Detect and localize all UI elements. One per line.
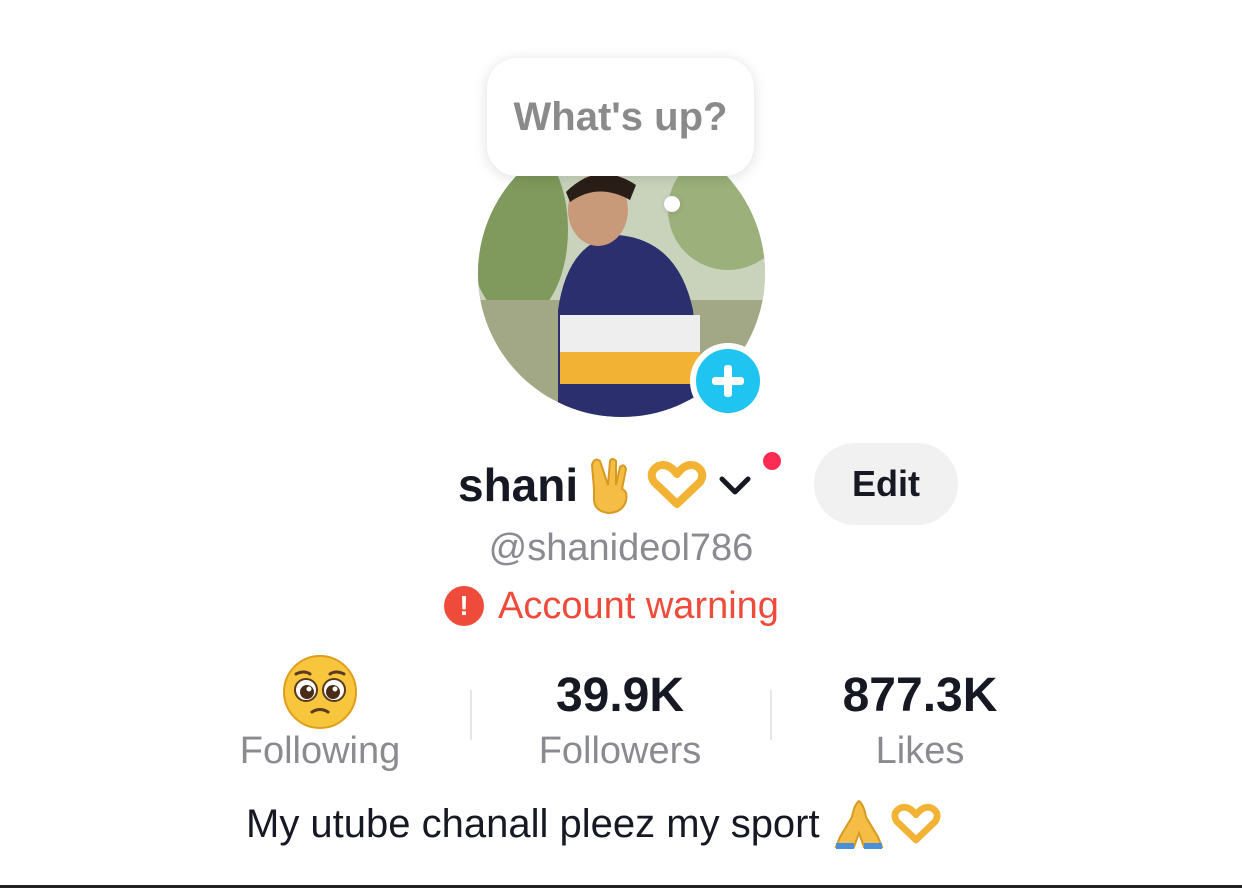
stat-followers-label: Followers bbox=[538, 730, 702, 772]
chevron-down-icon[interactable] bbox=[718, 473, 752, 497]
bio-text: My utube chanall pleez my sport bbox=[246, 801, 820, 846]
stat-divider bbox=[470, 690, 472, 740]
profile-bio: My utube chanall pleez my sport bbox=[246, 796, 942, 852]
stat-followers[interactable]: 39.9K Followers bbox=[500, 660, 740, 773]
notification-dot bbox=[760, 449, 784, 473]
heart-hands-icon bbox=[647, 461, 707, 508]
victory-hand-icon bbox=[591, 458, 628, 515]
stat-followers-value: 39.9K bbox=[555, 669, 685, 722]
plus-icon bbox=[712, 365, 744, 397]
display-name: shani bbox=[458, 459, 579, 511]
exclamation-icon: ! bbox=[444, 586, 484, 626]
stat-likes-label: Likes bbox=[875, 730, 965, 772]
folded-hands-icon bbox=[834, 799, 884, 849]
status-bubble[interactable]: What's up? bbox=[487, 58, 754, 176]
account-warning-link[interactable]: ! Account warning bbox=[444, 582, 779, 630]
stat-likes[interactable]: 877.3K Likes bbox=[800, 660, 1040, 773]
pleading-face-emoji-icon bbox=[283, 655, 357, 729]
display-name-row[interactable]: shani bbox=[458, 452, 752, 518]
account-warning-label: Account warning bbox=[498, 584, 779, 627]
stat-following[interactable]: Following bbox=[200, 655, 440, 773]
stat-following-label: Following bbox=[239, 730, 401, 772]
heart-hands-icon bbox=[891, 803, 941, 844]
status-bubble-tail bbox=[664, 196, 680, 212]
edit-profile-button[interactable]: Edit bbox=[814, 443, 958, 525]
stat-likes-value: 877.3K bbox=[842, 669, 998, 722]
add-photo-button[interactable] bbox=[690, 343, 766, 419]
stat-following-emoji bbox=[200, 655, 440, 732]
status-bubble-text: What's up? bbox=[513, 94, 728, 139]
username-handle: @shanideol786 bbox=[488, 527, 754, 569]
stat-divider bbox=[770, 690, 772, 740]
